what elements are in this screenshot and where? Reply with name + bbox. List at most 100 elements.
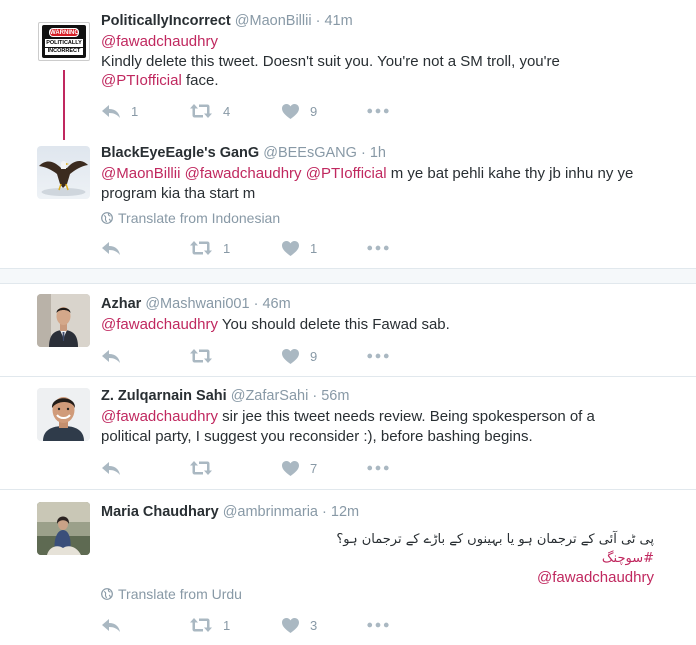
mention-link[interactable]: @fawadchaudhry: [101, 568, 654, 587]
translate-label: Translate from Urdu: [118, 586, 242, 602]
heart-icon: [281, 103, 300, 120]
like-button[interactable]: 9: [281, 346, 317, 366]
tweet-header: Z. Zulqarnain Sahi @ZafarSahi · 56m: [101, 387, 670, 405]
timestamp[interactable]: 41m: [324, 13, 352, 29]
user-handle[interactable]: @ZafarSahi: [231, 388, 309, 404]
reply-icon: [101, 460, 121, 476]
separator-dot: ·: [312, 388, 318, 404]
timestamp[interactable]: 46m: [262, 296, 290, 312]
tweet-politicallyincorrect[interactable]: WARNING POLITICALLY INCORRECT Politicall…: [0, 0, 696, 140]
more-button[interactable]: [367, 615, 389, 635]
warning-text-line: POLITICALLY: [45, 39, 83, 47]
more-button[interactable]: [367, 101, 389, 121]
warning-label: WARNING: [49, 28, 79, 37]
mention-link[interactable]: @PTIofficial: [306, 165, 387, 182]
more-dots-icon: [367, 465, 389, 471]
hashtag-link[interactable]: #سوچنگ: [101, 549, 654, 568]
person-icon: [37, 388, 90, 441]
separator-dot: ·: [253, 296, 259, 312]
like-count: 9: [310, 103, 318, 119]
translate-link[interactable]: Translate from Indonesian: [101, 210, 280, 226]
retweet-icon: [189, 103, 213, 119]
user-handle[interactable]: @MaonBillii: [235, 13, 312, 29]
heart-icon: [281, 617, 300, 634]
display-name[interactable]: Z. Zulqarnain Sahi: [101, 388, 227, 404]
tweet-actions: 1 4 9: [101, 101, 421, 121]
tweet-zulqarnain-sahi[interactable]: Z. Zulqarnain Sahi @ZafarSahi · 56m @faw…: [0, 377, 696, 489]
more-dots-icon: [367, 622, 389, 628]
more-dots-icon: [367, 245, 389, 251]
tweet-text-segment: You should delete this Fawad sab.: [217, 316, 450, 333]
user-handle[interactable]: @BEEsGANG: [263, 145, 357, 161]
tweet-text-segment: face.: [181, 72, 219, 89]
tweet-header: Azhar @Mashwani001 · 46m: [101, 295, 670, 313]
mention-link[interactable]: @PTIofficial: [101, 72, 182, 89]
warning-sign-avatar[interactable]: WARNING POLITICALLY INCORRECT: [38, 22, 90, 61]
retweet-button[interactable]: [189, 458, 223, 478]
person-photo-icon: [37, 502, 90, 555]
globe-icon: [101, 588, 113, 600]
timestamp[interactable]: 12m: [331, 504, 359, 520]
more-button[interactable]: [367, 346, 389, 366]
mention-link[interactable]: @fawadchaudhry: [101, 33, 218, 50]
man-suit-avatar[interactable]: [37, 294, 90, 347]
tweet-actions: 1 3: [101, 615, 421, 635]
separator-dot: ·: [360, 145, 366, 161]
retweet-button[interactable]: 1: [189, 238, 230, 258]
timestamp[interactable]: 56m: [321, 388, 349, 404]
reply-button[interactable]: [101, 238, 131, 258]
heart-icon: [281, 240, 300, 257]
retweet-icon: [189, 240, 213, 256]
like-count: 7: [310, 460, 318, 476]
retweet-button[interactable]: 1: [189, 615, 230, 635]
mention-link[interactable]: @MaonBillii: [101, 165, 180, 182]
display-name[interactable]: Maria Chaudhary: [101, 504, 219, 520]
tweet-actions: 1 1: [101, 238, 421, 258]
reply-icon: [101, 617, 121, 633]
tweet-maria-chaudhary[interactable]: Maria Chaudhary @ambrinmaria · 12m پی ٹی…: [0, 490, 696, 645]
like-button[interactable]: 9: [281, 101, 317, 121]
woman-photo-avatar[interactable]: [37, 502, 90, 555]
tweet-actions: 7: [101, 458, 421, 478]
reply-button[interactable]: 1: [101, 101, 138, 121]
retweet-count: 4: [223, 103, 231, 119]
timestamp[interactable]: 1h: [370, 145, 386, 161]
tweet-text: @fawadchaudhry You should delete this Fa…: [101, 315, 670, 335]
more-dots-icon: [367, 108, 389, 114]
reply-button[interactable]: [101, 458, 131, 478]
retweet-icon: [189, 348, 213, 364]
heart-icon: [281, 348, 300, 365]
translate-link[interactable]: Translate from Urdu: [101, 586, 242, 602]
retweet-button[interactable]: 4: [189, 101, 230, 121]
more-button[interactable]: [367, 458, 389, 478]
reply-button[interactable]: [101, 346, 131, 366]
retweet-count: 1: [223, 617, 231, 633]
thread-connector-line: [63, 70, 65, 140]
tweet-blackeyeeagle[interactable]: BlackEyeEagle's GanG @BEEsGANG · 1h @Mao…: [0, 140, 696, 268]
warning-text-line: INCORRECT: [45, 48, 83, 55]
tweet-text: @fawadchaudhry Kindly delete this tweet.…: [101, 32, 670, 91]
mention-link[interactable]: @fawadchaudhry: [185, 165, 302, 182]
tweet-header: BlackEyeEagle's GanG @BEEsGANG · 1h: [101, 144, 670, 162]
like-button[interactable]: 7: [281, 458, 317, 478]
tweet-text: @MaonBillii @fawadchaudhry @PTIofficial …: [101, 164, 670, 203]
reply-icon: [101, 103, 121, 119]
reply-button[interactable]: [101, 615, 131, 635]
user-handle[interactable]: @ambrinmaria: [223, 504, 318, 520]
display-name[interactable]: BlackEyeEagle's GanG: [101, 145, 259, 161]
eagle-avatar[interactable]: [37, 146, 90, 199]
more-button[interactable]: [367, 238, 389, 258]
separator-dot: ·: [322, 504, 327, 520]
smiling-man-avatar[interactable]: [37, 388, 90, 441]
retweet-button[interactable]: [189, 346, 223, 366]
like-button[interactable]: 3: [281, 615, 317, 635]
mention-link[interactable]: @fawadchaudhry: [101, 408, 218, 425]
like-button[interactable]: 1: [281, 238, 317, 258]
display-name[interactable]: Azhar: [101, 296, 141, 312]
tweet-azhar[interactable]: Azhar @Mashwani001 · 46m @fawadchaudhry …: [0, 284, 696, 376]
display-name[interactable]: PoliticallyIncorrect: [101, 13, 231, 29]
tweet-text-segment: Kindly delete this tweet. Doesn't suit y…: [101, 52, 560, 70]
user-handle[interactable]: @Mashwani001: [145, 296, 249, 312]
mention-link[interactable]: @fawadchaudhry: [101, 316, 218, 333]
separator-dot: ·: [315, 13, 321, 29]
